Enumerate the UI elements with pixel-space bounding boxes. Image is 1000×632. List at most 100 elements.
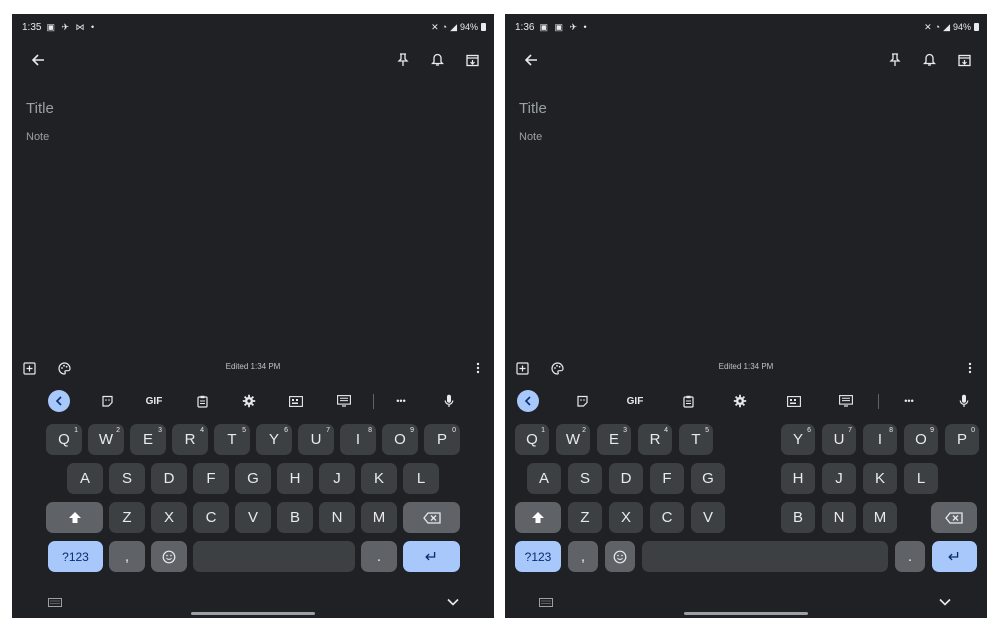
- archive-button[interactable]: [953, 48, 975, 72]
- more-tools-button[interactable]: •••: [898, 389, 920, 413]
- archive-button[interactable]: [461, 48, 483, 72]
- key-u[interactable]: U7: [822, 424, 856, 455]
- shift-key[interactable]: [46, 502, 103, 533]
- key-o[interactable]: O9: [904, 424, 938, 455]
- comma-key[interactable]: ,: [568, 541, 598, 572]
- key-t[interactable]: T5: [214, 424, 250, 455]
- gesture-handle[interactable]: [191, 612, 315, 615]
- more-tools-button[interactable]: •••: [390, 389, 412, 413]
- gif-button[interactable]: GIF: [142, 389, 166, 413]
- key-s[interactable]: S: [109, 463, 145, 494]
- settings-button[interactable]: [729, 389, 751, 413]
- period-key[interactable]: .: [895, 541, 925, 572]
- reminder-button[interactable]: [918, 48, 940, 72]
- key-w[interactable]: W2: [556, 424, 590, 455]
- key-m[interactable]: M: [361, 502, 397, 533]
- key-j[interactable]: J: [319, 463, 355, 494]
- pin-button[interactable]: [884, 48, 906, 72]
- key-d[interactable]: D: [609, 463, 643, 494]
- gesture-handle[interactable]: [684, 612, 808, 615]
- key-s[interactable]: S: [568, 463, 602, 494]
- key-m[interactable]: M: [863, 502, 897, 533]
- switch-keyboard-button[interactable]: [46, 594, 64, 610]
- clipboard-button[interactable]: [678, 389, 698, 413]
- enter-key[interactable]: ↵: [403, 541, 460, 572]
- key-a[interactable]: A: [527, 463, 561, 494]
- keyboard-collapse-button[interactable]: [48, 390, 70, 412]
- key-l[interactable]: L: [403, 463, 439, 494]
- voice-input-button[interactable]: [955, 389, 973, 413]
- key-g[interactable]: G: [235, 463, 271, 494]
- keyboard-collapse-button[interactable]: [517, 390, 539, 412]
- emoji-key[interactable]: [151, 541, 187, 572]
- key-l[interactable]: L: [904, 463, 938, 494]
- pin-button[interactable]: [392, 48, 414, 72]
- key-f[interactable]: F: [650, 463, 684, 494]
- space-key[interactable]: [193, 541, 355, 572]
- key-z[interactable]: Z: [568, 502, 602, 533]
- hide-keyboard-button[interactable]: [936, 594, 954, 610]
- key-p[interactable]: P0: [424, 424, 460, 455]
- key-i[interactable]: I8: [863, 424, 897, 455]
- emoji-key[interactable]: [605, 541, 635, 572]
- key-e[interactable]: E3: [597, 424, 631, 455]
- key-y[interactable]: Y6: [781, 424, 815, 455]
- key-p[interactable]: P0: [945, 424, 979, 455]
- period-key[interactable]: .: [361, 541, 397, 572]
- key-q[interactable]: Q1: [46, 424, 82, 455]
- key-j[interactable]: J: [822, 463, 856, 494]
- more-options-button[interactable]: [470, 359, 486, 377]
- key-t[interactable]: T5: [679, 424, 713, 455]
- settings-button[interactable]: [238, 389, 260, 413]
- backspace-key[interactable]: [403, 502, 460, 533]
- key-c[interactable]: C: [650, 502, 684, 533]
- clipboard-button[interactable]: [192, 389, 212, 413]
- space-key[interactable]: [642, 541, 888, 572]
- key-k[interactable]: K: [361, 463, 397, 494]
- key-u[interactable]: U7: [298, 424, 334, 455]
- gif-button[interactable]: GIF: [623, 389, 647, 413]
- sticker-button[interactable]: [571, 389, 593, 413]
- key-n[interactable]: N: [319, 502, 355, 533]
- key-q[interactable]: Q1: [515, 424, 549, 455]
- floating-keyboard-button[interactable]: [334, 389, 354, 413]
- floating-keyboard-button[interactable]: [836, 389, 856, 413]
- key-b[interactable]: B: [781, 502, 815, 533]
- enter-key[interactable]: ↵: [932, 541, 977, 572]
- voice-input-button[interactable]: [440, 389, 458, 413]
- key-f[interactable]: F: [193, 463, 229, 494]
- key-x[interactable]: X: [609, 502, 643, 533]
- key-y[interactable]: Y6: [256, 424, 292, 455]
- one-handed-mode-button[interactable]: [784, 389, 804, 413]
- key-d[interactable]: D: [151, 463, 187, 494]
- symbols-key[interactable]: ?123: [48, 541, 103, 572]
- comma-key[interactable]: ,: [109, 541, 145, 572]
- key-a[interactable]: A: [67, 463, 103, 494]
- title-field[interactable]: Title: [519, 100, 547, 117]
- key-i[interactable]: I8: [340, 424, 376, 455]
- more-options-button[interactable]: [962, 359, 978, 377]
- note-field[interactable]: Note: [26, 131, 49, 143]
- one-handed-mode-button[interactable]: [286, 389, 306, 413]
- key-v[interactable]: V: [691, 502, 725, 533]
- switch-keyboard-button[interactable]: [537, 594, 555, 610]
- key-o[interactable]: O9: [382, 424, 418, 455]
- symbols-key[interactable]: ?123: [515, 541, 561, 572]
- backspace-key[interactable]: [931, 502, 977, 533]
- key-w[interactable]: W2: [88, 424, 124, 455]
- key-g[interactable]: G: [691, 463, 725, 494]
- key-b[interactable]: B: [277, 502, 313, 533]
- key-r[interactable]: R4: [172, 424, 208, 455]
- hide-keyboard-button[interactable]: [444, 594, 462, 610]
- key-h[interactable]: H: [781, 463, 815, 494]
- key-z[interactable]: Z: [109, 502, 145, 533]
- back-button[interactable]: [26, 48, 50, 72]
- key-k[interactable]: K: [863, 463, 897, 494]
- back-button[interactable]: [519, 48, 543, 72]
- key-h[interactable]: H: [277, 463, 313, 494]
- key-x[interactable]: X: [151, 502, 187, 533]
- key-n[interactable]: N: [822, 502, 856, 533]
- key-c[interactable]: C: [193, 502, 229, 533]
- key-v[interactable]: V: [235, 502, 271, 533]
- shift-key[interactable]: [515, 502, 561, 533]
